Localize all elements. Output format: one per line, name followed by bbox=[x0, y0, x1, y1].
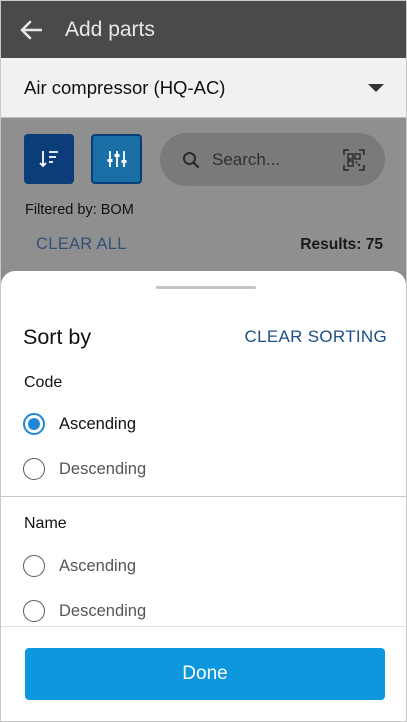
sheet-title: Sort by bbox=[23, 325, 92, 349]
done-button[interactable]: Done bbox=[25, 648, 385, 700]
option-label: Descending bbox=[59, 601, 147, 620]
option-label: Descending bbox=[59, 459, 147, 478]
radio-button[interactable] bbox=[23, 458, 45, 480]
sort-descending-icon bbox=[39, 151, 58, 168]
results-count: Results: 75 bbox=[300, 236, 383, 253]
filter-toolbar: Filtered by: BOM CLEAR ALL Results: 75 bbox=[1, 118, 406, 271]
sort-option-code-descending[interactable]: Descending bbox=[23, 458, 146, 480]
asset-dropdown-value: Air compressor (HQ-AC) bbox=[24, 76, 226, 98]
filter-button[interactable] bbox=[91, 134, 142, 184]
clear-sorting-button[interactable]: CLEAR SORTING bbox=[245, 327, 387, 347]
sliders-icon bbox=[107, 151, 126, 167]
sort-option-code-ascending[interactable]: Ascending bbox=[23, 413, 136, 435]
asset-dropdown[interactable]: Air compressor (HQ-AC) bbox=[1, 58, 406, 118]
caret-down-icon bbox=[368, 83, 384, 92]
option-label: Ascending bbox=[59, 556, 137, 575]
divider bbox=[1, 496, 406, 497]
active-filter-label: Filtered by: BOM bbox=[25, 202, 134, 218]
screen: Add parts Air compressor (HQ-AC) Search.… bbox=[0, 0, 407, 722]
radio-button[interactable] bbox=[23, 555, 45, 577]
option-label: Ascending bbox=[59, 414, 137, 433]
footer-divider bbox=[1, 626, 406, 627]
radio-button-checked[interactable] bbox=[23, 413, 45, 435]
sort-group-title-name: Name bbox=[24, 515, 67, 532]
clear-all-button[interactable]: CLEAR ALL bbox=[36, 235, 127, 254]
app-bar: Add parts bbox=[1, 1, 406, 58]
page-title: Add parts bbox=[65, 17, 155, 41]
search-icon bbox=[183, 151, 200, 168]
qr-code-scan-icon[interactable] bbox=[343, 148, 365, 171]
back-button[interactable] bbox=[1, 1, 61, 58]
sort-bottom-sheet: Sort by CLEAR SORTING Code Ascending Des… bbox=[1, 271, 406, 721]
sort-button[interactable] bbox=[24, 134, 74, 184]
search-input[interactable] bbox=[212, 149, 332, 170]
arrow-left-icon bbox=[20, 20, 42, 39]
radio-button[interactable] bbox=[23, 600, 45, 622]
sort-option-name-descending[interactable]: Descending bbox=[23, 600, 146, 622]
sort-option-name-ascending[interactable]: Ascending bbox=[23, 555, 136, 577]
search-box[interactable] bbox=[160, 133, 385, 186]
sort-group-title-code: Code bbox=[24, 374, 63, 391]
drag-handle[interactable] bbox=[156, 286, 256, 289]
